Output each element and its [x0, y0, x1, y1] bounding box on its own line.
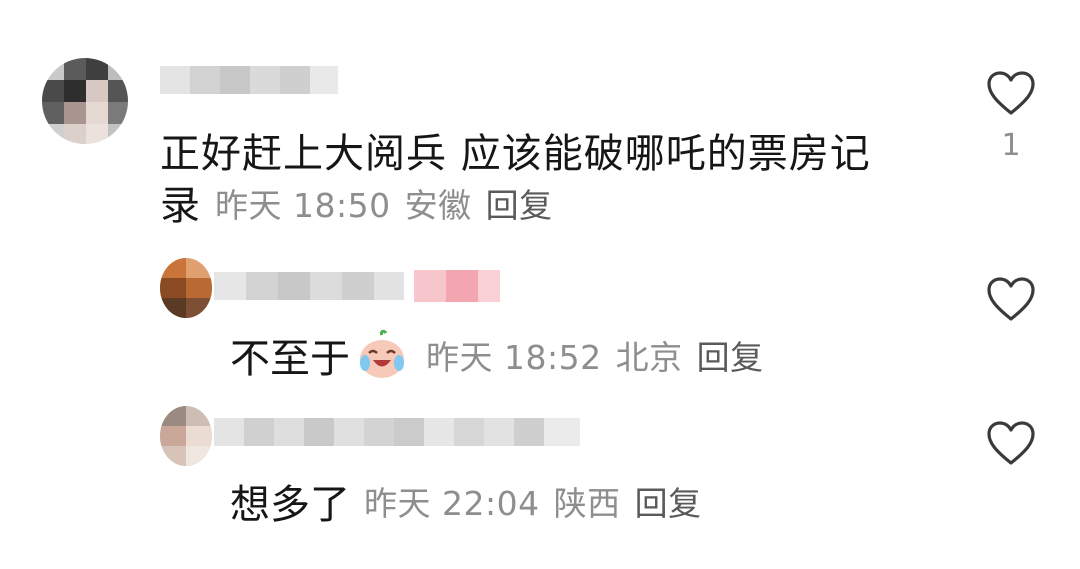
reply-username-blurred[interactable]	[214, 414, 584, 450]
reply-button[interactable]: 回复	[697, 338, 764, 377]
heart-outline-icon	[987, 71, 1035, 115]
reply-button[interactable]: 回复	[635, 484, 702, 523]
comment-text-line1: 正好赶上大阅兵 应该能破哪吒的票房记	[160, 131, 871, 177]
reply-location: 北京	[615, 338, 683, 377]
reply-time: 昨天 22:04	[364, 484, 540, 523]
comment-meta: 昨天 18:50 安徽 回复	[215, 180, 567, 232]
reply-row: 想多了 昨天 22:04 陕西 回复	[230, 472, 716, 530]
reply-row: 不至于 昨天 18:52 北京 回复	[230, 326, 778, 384]
reply-avatar[interactable]	[160, 406, 212, 466]
reply-location: 陕西	[553, 484, 621, 523]
avatar[interactable]	[42, 58, 128, 144]
like-count: 1	[1001, 128, 1021, 163]
comment-text: 正好赶上大阅兵 应该能破哪吒的票房记 录 昨天 18:50 安徽 回复	[160, 128, 940, 232]
reply-avatar[interactable]	[160, 258, 212, 318]
reply-meta: 昨天 18:52 北京 回复	[426, 331, 778, 379]
like-button[interactable]: 1	[976, 70, 1046, 163]
reply-time: 昨天 18:52	[426, 338, 602, 377]
comment-location: 安徽	[404, 186, 472, 225]
like-button[interactable]	[976, 276, 1046, 322]
reply-meta: 昨天 22:04 陕西 回复	[364, 477, 716, 525]
reply-text: 不至于	[230, 336, 350, 382]
heart-outline-icon	[987, 277, 1035, 321]
like-button[interactable]	[976, 420, 1046, 466]
username-blurred[interactable]	[160, 62, 340, 98]
reply-username-blurred[interactable]	[214, 266, 504, 306]
comment-text-line2: 录	[160, 183, 201, 229]
reply-button[interactable]: 回复	[486, 186, 553, 225]
crying-laughing-emoji-icon	[356, 329, 408, 381]
reply-text: 想多了	[230, 482, 350, 528]
heart-outline-icon	[987, 421, 1035, 465]
comment-time: 昨天 18:50	[215, 186, 391, 225]
